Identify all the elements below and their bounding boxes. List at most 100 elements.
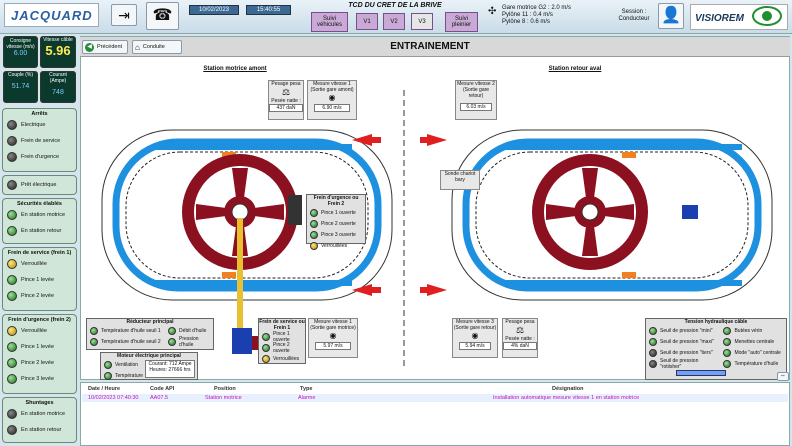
m-vent: Ventilation — [101, 359, 145, 370]
left-marker-bottom — [222, 272, 236, 278]
status-led — [90, 337, 98, 346]
home-icon: ⌂ — [135, 42, 140, 52]
pressure-slider[interactable] — [676, 370, 726, 376]
status-led — [262, 332, 270, 341]
label: Conduite — [142, 44, 165, 50]
label: Débit d'huile — [179, 327, 207, 334]
consigne-value: 6.00 — [13, 50, 28, 57]
r-t2: Température d'huile seuil 2 — [87, 336, 165, 347]
line-title: TCD DU CRET DE LA BRIVE — [348, 2, 442, 9]
status-led — [723, 337, 732, 346]
left-bottom-rail — [152, 280, 352, 286]
label: Pince 1 levée — [21, 344, 55, 350]
label: Température — [115, 372, 144, 379]
label: Frein de service — [21, 138, 61, 144]
title: Frein de service ou Frein 1 — [259, 319, 305, 331]
label: Butées vérin — [734, 327, 763, 334]
arrets-panel: Arrêts Electrique Frein de service Frein… — [2, 108, 77, 172]
status-led — [7, 342, 17, 352]
label: Verrouillée — [21, 261, 47, 267]
t-tiers: Seuil de pression "tiers" — [646, 347, 720, 358]
status-led — [7, 275, 17, 285]
expand-button[interactable]: ⇔ — [777, 372, 789, 381]
fu-p3: Pince 3 ouverte — [307, 229, 365, 240]
couple-label: Couple (%) — [7, 72, 33, 78]
col-position: Position — [214, 386, 236, 392]
weight: 4% daN — [503, 342, 537, 350]
right-arrow-top-tail — [420, 137, 430, 143]
fs-pince2: Pince 2 levée — [3, 288, 76, 304]
logout-button[interactable]: ⇥ — [111, 4, 137, 26]
row-designation: Installation automatique mesure vitesse … — [493, 395, 640, 401]
v2-button[interactable]: V2 — [383, 13, 405, 30]
label: Pince 1 ouverte — [321, 209, 356, 216]
arret-frein-service: Frein de service — [3, 133, 76, 149]
conduite-button[interactable]: ⌂ Conduite — [132, 40, 182, 54]
fs-p1: Pince 1 ouverte — [259, 331, 305, 343]
status-led — [723, 359, 732, 368]
t-maxi: Seuil de pression "maxi" — [646, 336, 720, 347]
status-led — [649, 359, 657, 368]
status-led — [168, 326, 177, 335]
suivi-vehicules-button[interactable]: Suivi véhicules — [311, 12, 348, 32]
fu-verrouillee: Verrouillée — [3, 323, 76, 339]
arret-electrique: Electrique — [3, 117, 76, 133]
weight-icon: ⚖ — [281, 87, 291, 97]
suivi-pleinier-button[interactable]: Suivi pleinier — [445, 12, 478, 32]
mesure-vitesse-2-box: Mesure vitesse 2 (Sortie gare retour) 6.… — [455, 80, 497, 120]
moteur-panel: Moteur électrique principal Ventilation … — [100, 352, 198, 380]
right-bullwheel-center — [581, 203, 599, 221]
label: Pince 2 levée — [21, 293, 55, 299]
frein-service-panel: Frein de service (frein 1) Verrouillée P… — [2, 247, 77, 311]
m-temp: Température — [101, 370, 145, 381]
status-led — [7, 425, 17, 435]
t-rot: Seuil de pression "rotiisher" — [646, 358, 720, 370]
mesure2-value: 6.03 m/s — [460, 103, 492, 111]
date-display: 10/02/2023 — [189, 5, 239, 15]
label: Pince 3 ouverte — [321, 231, 356, 238]
eye-icon — [752, 6, 782, 26]
back-icon: ◀ — [85, 42, 94, 52]
right-bottom-rail — [502, 280, 742, 286]
precedent-button[interactable]: ◀ Précédent — [82, 40, 128, 54]
left-drive-shaft — [237, 218, 243, 338]
frein-urgence-panel: Frein d'urgence (frein 2) Verrouillée Pi… — [2, 314, 77, 394]
phone-button[interactable]: ☎ — [146, 2, 179, 30]
session-user: Conducteur — [618, 16, 650, 22]
fu-verr: Verrouillées — [307, 240, 365, 251]
status-led — [310, 230, 318, 239]
speed-sensor-icon: ◉ — [471, 331, 479, 340]
user-button[interactable]: 👤 — [658, 3, 684, 29]
status-led — [310, 219, 318, 228]
status-led — [7, 409, 17, 419]
label: En station retour — [21, 228, 62, 234]
v1-button[interactable]: V1 — [356, 13, 378, 30]
r-debit: Débit d'huile — [165, 325, 213, 336]
value: 5.94 m/s — [459, 342, 491, 350]
pret-electrique-row: Prêt électrique — [3, 176, 76, 194]
label: Pince 3 levée — [21, 376, 55, 382]
label: Electrique — [21, 122, 46, 128]
t-butees: Butées vérin — [720, 325, 786, 336]
status-led — [7, 326, 17, 336]
pesage2-box: Pesage pesa ⚖ Pesée natte : 4% daN — [502, 318, 538, 358]
label: Température d'huile — [734, 360, 779, 367]
label: Température d'huile seuil 2 — [101, 338, 161, 345]
table-row[interactable] — [82, 394, 788, 402]
weight-icon: ⚖ — [515, 325, 525, 335]
fu-pince2: Pince 2 levée — [3, 355, 76, 371]
value: 5.97 m/s — [315, 342, 351, 350]
label: Verrouillée — [21, 328, 47, 334]
frein-service-title: Frein de service (frein 1) — [7, 250, 72, 256]
row-position: Station motrice — [205, 395, 242, 401]
pylone11-wind: Pylône 11 : 0.4 m/s — [502, 12, 553, 18]
v3-button[interactable]: V3 — [411, 13, 433, 30]
frein-urgence-detail: Frein d'urgence ou Frein 2 Pince 1 ouver… — [306, 194, 366, 250]
securites-panel: Sécurités élablés En station motrice En … — [2, 198, 77, 244]
label: Pression d'huile — [179, 335, 199, 348]
mesure-vitesse-1-box: Mesure vitesse 1 (Sortie gare amont) ◉ 6… — [307, 80, 357, 120]
vitesse-value: 5.96 — [45, 43, 71, 58]
mesure-vitesse-1b-box: Mesure vitesse 1 (Sortie gare motrice) ◉… — [308, 318, 358, 358]
title: Mesure vitesse 1 (Sortie gare motrice) — [310, 319, 356, 331]
securite-motrice: En station motrice — [3, 207, 76, 223]
